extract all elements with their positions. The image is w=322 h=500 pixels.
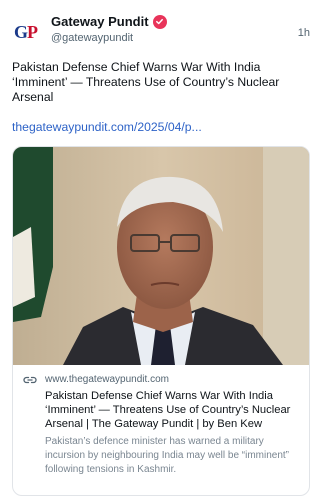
avatar-letter-p: P [27,21,38,42]
card-image-photo [13,147,309,365]
card-description: Pakistan’s defence minister has warned a… [45,436,290,475]
post-link[interactable]: thegatewaypundit.com/2025/04/p... [12,120,202,134]
verified-badge-icon [152,14,167,29]
card-title[interactable]: Pakistan Defense Chief Warns War With In… [45,389,301,431]
card-domain: www.thegatewaypundit.com [45,374,169,385]
author-display-name[interactable]: Gateway Pundit [51,14,149,29]
card-body: www.thegatewaypundit.com Pakistan Defens… [13,365,309,477]
card-image[interactable] [13,147,309,365]
post-timestamp[interactable]: 1h [298,27,310,39]
avatar[interactable]: GP [12,18,40,46]
link-icon [23,376,37,384]
avatar-letter-g: G [13,21,28,42]
link-preview-card[interactable]: www.thegatewaypundit.com Pakistan Defens… [12,146,310,496]
post: GP Gateway Pundit @gatewaypundit 1h Paki… [0,0,322,500]
author-name-row: Gateway Pundit [51,14,167,29]
author-handle[interactable]: @gatewaypundit [51,32,133,44]
post-text: Pakistan Defense Chief Warns War With In… [12,60,280,104]
